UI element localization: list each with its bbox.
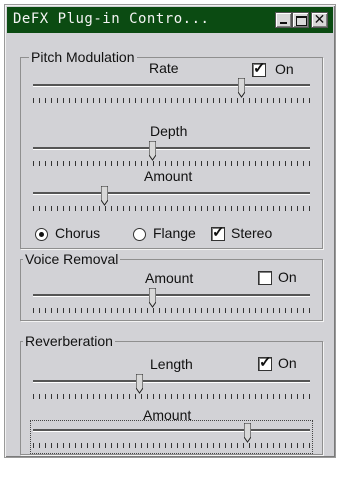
checkmark-icon: ✓ xyxy=(253,60,266,77)
voice-on-label: On xyxy=(278,269,297,285)
minimize-icon xyxy=(280,22,287,24)
pitch-on-checkbox[interactable]: ✓ xyxy=(252,60,266,77)
depth-label: Depth xyxy=(150,123,188,139)
voice-amount-label: Amount xyxy=(145,270,194,286)
reverb-amount-label: Amount xyxy=(143,407,192,423)
slider-track xyxy=(33,294,310,297)
pitch-modulation-legend: Pitch Modulation xyxy=(29,49,137,65)
slider-thumb[interactable] xyxy=(136,374,143,394)
flange-radio[interactable] xyxy=(133,228,146,241)
voice-removal-legend: Voice Removal xyxy=(23,251,121,267)
slider-thumb[interactable] xyxy=(238,78,245,98)
voice-removal-group: Voice Removal Amount On xyxy=(20,251,323,321)
window-title: DeFX Plug-in Contro... xyxy=(13,11,210,27)
close-icon: ✕ xyxy=(313,11,326,27)
voice-on-checkbox[interactable] xyxy=(258,271,272,285)
chorus-label: Chorus xyxy=(55,225,101,241)
slider-track xyxy=(33,429,310,432)
slider-track xyxy=(33,192,310,195)
slider-thumb[interactable] xyxy=(244,423,251,443)
slider-track xyxy=(33,84,310,87)
slider-ticks xyxy=(33,308,310,313)
slider-thumb[interactable] xyxy=(149,288,156,308)
length-label: Length xyxy=(150,356,193,372)
title-bar[interactable]: DeFX Plug-in Contro... ✕ xyxy=(7,7,333,33)
chorus-radio[interactable] xyxy=(35,228,48,241)
pitch-amount-slider[interactable] xyxy=(33,186,310,214)
slider-thumb[interactable] xyxy=(101,186,108,206)
slider-track xyxy=(33,380,310,383)
pitch-amount-label: Amount xyxy=(144,168,193,184)
defx-plugin-window: DeFX Plug-in Contro... ✕ Pitch Modulatio… xyxy=(4,4,336,458)
slider-track xyxy=(33,147,310,150)
checkmark-icon: ✓ xyxy=(259,354,272,371)
maximize-icon xyxy=(296,16,307,26)
reverberation-legend: Reverberation xyxy=(23,333,115,349)
flange-label: Flange xyxy=(153,225,196,241)
checkmark-icon: ✓ xyxy=(212,224,225,241)
slider-ticks xyxy=(33,394,310,399)
minimize-button[interactable] xyxy=(275,12,292,28)
length-slider[interactable] xyxy=(33,374,310,402)
voice-amount-slider[interactable] xyxy=(33,288,310,316)
close-button[interactable]: ✕ xyxy=(311,11,328,28)
slider-ticks xyxy=(33,161,310,166)
stereo-checkbox[interactable]: ✓ xyxy=(211,224,225,241)
pitch-on-label: On xyxy=(275,61,294,77)
rate-slider[interactable] xyxy=(33,78,310,106)
slider-thumb[interactable] xyxy=(149,141,156,161)
rate-label: Rate xyxy=(149,60,179,76)
slider-ticks xyxy=(33,206,310,211)
pitch-modulation-group: Pitch Modulation Rate ✓ On Depth Amount xyxy=(20,49,323,249)
reverb-amount-slider[interactable] xyxy=(30,420,313,454)
radio-selected-dot xyxy=(39,232,44,237)
reverb-on-checkbox[interactable]: ✓ xyxy=(258,354,272,371)
depth-slider[interactable] xyxy=(33,141,310,169)
slider-ticks xyxy=(33,443,310,448)
slider-ticks xyxy=(33,98,310,103)
maximize-button[interactable] xyxy=(292,12,309,28)
reverberation-group: Reverberation Length ✓ On Amount xyxy=(20,333,323,455)
reverb-on-label: On xyxy=(278,355,297,371)
stereo-label: Stereo xyxy=(231,225,273,241)
